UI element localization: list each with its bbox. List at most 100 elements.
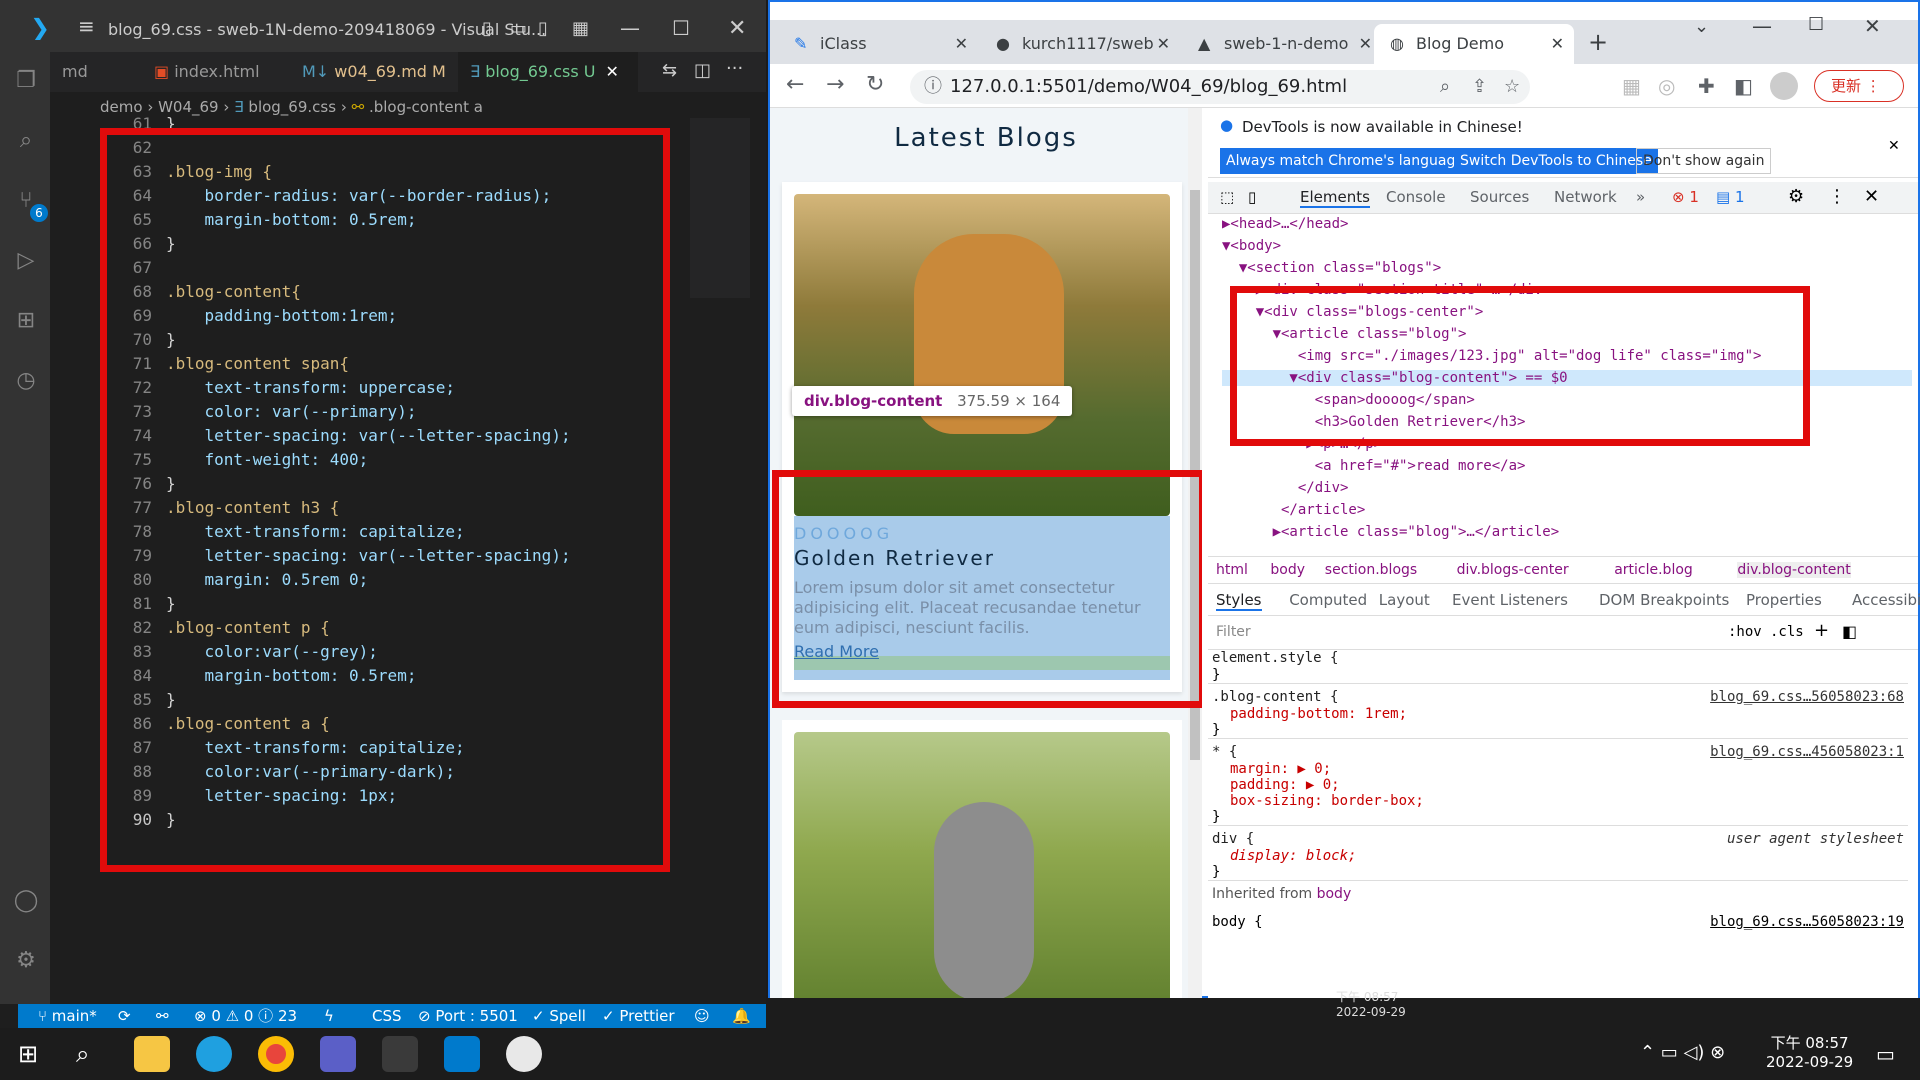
error-count[interactable]: ⊗ 1	[1672, 188, 1699, 206]
cls-toggle[interactable]: .cls	[1770, 624, 1804, 640]
bookmark-star-icon[interactable]: ☆	[1504, 70, 1520, 104]
layout-toggle-icon[interactable]: ▯	[482, 18, 492, 39]
styles-subtab[interactable]: Properties	[1746, 591, 1822, 609]
switch-chinese-button[interactable]: Switch DevTools to Chinese	[1454, 148, 1658, 174]
timeline-icon[interactable]: ◷	[13, 368, 39, 394]
banner-close-icon[interactable]: ✕	[1888, 138, 1900, 154]
dom-node[interactable]: <a href="#">read more</a>	[1222, 458, 1526, 474]
maximize-button[interactable]: ☐	[672, 16, 690, 40]
menu-icon[interactable]: ≡	[78, 14, 95, 38]
system-clock[interactable]: 下午 08:57 2022-09-29	[1766, 1032, 1853, 1071]
match-language-button[interactable]: Always match Chrome's language	[1220, 148, 1470, 174]
maximize-button[interactable]: ☐	[1808, 14, 1824, 35]
styles-filter-input[interactable]: Filter	[1216, 624, 1251, 640]
rule-source-link[interactable]: blog_69.css…56058023:19	[1710, 914, 1904, 930]
search-icon[interactable]: ⌕	[13, 128, 39, 154]
prettier-status[interactable]: ✓ Prettier	[602, 1004, 675, 1028]
panel-toggle-icon[interactable]: ▭	[510, 18, 527, 39]
tab-w04-md[interactable]: M↓ w04_69.md M	[290, 52, 450, 92]
app-icon[interactable]	[506, 1036, 542, 1072]
dom-node[interactable]: ▶<head>…</head>	[1222, 216, 1348, 232]
file-explorer-icon[interactable]	[134, 1036, 170, 1072]
tab-network[interactable]: Network	[1554, 188, 1617, 206]
styles-subtab[interactable]: DOM Breakpoints	[1599, 591, 1729, 609]
styles-subtab[interactable]: Layout	[1379, 591, 1430, 609]
notification-center-icon[interactable]: ▭	[1876, 1042, 1895, 1066]
spell-check[interactable]: ✓ Spell	[532, 1004, 586, 1028]
close-button[interactable]: ✕	[728, 16, 746, 41]
dom-breadcrumb-item[interactable]: div.blogs-center	[1457, 562, 1569, 578]
vscode-taskbar-icon[interactable]	[444, 1036, 480, 1072]
styles-subtab[interactable]: Computed	[1289, 591, 1367, 609]
rule-selector[interactable]: div {	[1212, 831, 1254, 847]
profile-avatar[interactable]	[1770, 72, 1798, 100]
more-tabs-icon[interactable]: »	[1636, 188, 1645, 206]
rule-selector[interactable]: .blog-content {	[1212, 689, 1338, 705]
rule-property[interactable]: display: block;	[1230, 848, 1356, 864]
extension-icon[interactable]: ▦	[1622, 74, 1641, 98]
language-mode[interactable]: CSS	[372, 1004, 402, 1028]
new-rule-icon[interactable]: +	[1814, 620, 1829, 641]
extensions-puzzle-icon[interactable]: ✚	[1698, 74, 1715, 98]
dom-breadcrumb-item[interactable]: html	[1216, 562, 1248, 578]
extensions-icon[interactable]: ⊞	[13, 308, 39, 334]
problems-indicator[interactable]: ⊗ 0 ⚠ 0 ⓘ 23	[194, 1004, 297, 1028]
tab-elements[interactable]: Elements	[1300, 188, 1370, 208]
breadcrumb-item[interactable]: blog_69.css	[248, 98, 336, 116]
computed-sidebar-icon[interactable]: ◧	[1842, 622, 1857, 641]
rule-property[interactable]: padding: ▶ 0;	[1230, 777, 1340, 793]
share-icon[interactable]: ⇪	[1472, 70, 1487, 104]
chrome-tab-iclass[interactable]: ✎ iClass ✕	[778, 24, 978, 64]
inspect-element-icon[interactable]: ⬚	[1220, 188, 1234, 206]
compare-changes-icon[interactable]: ⇆	[662, 60, 677, 81]
tab-close-icon[interactable]: ✕	[1157, 24, 1170, 64]
rule-property[interactable]: margin: ▶ 0;	[1230, 761, 1331, 777]
info-icon[interactable]: ⓘ	[924, 70, 942, 104]
dom-breadcrumb-item[interactable]: div.blog-content	[1737, 562, 1851, 578]
breadcrumb-item[interactable]: .blog-content a	[369, 98, 483, 116]
tab-close-icon[interactable]: ✕	[1359, 24, 1372, 64]
feedback-icon[interactable]: ☺	[694, 1004, 710, 1028]
styles-subtab[interactable]: Accessibility	[1852, 591, 1920, 609]
rule-property[interactable]: padding-bottom: 1rem;	[1230, 706, 1407, 722]
back-button[interactable]: ←	[786, 72, 804, 97]
run-debug-icon[interactable]: ▷	[13, 248, 39, 274]
extension-icon-2[interactable]: ◎	[1658, 74, 1675, 98]
edge-icon[interactable]	[196, 1036, 232, 1072]
more-options-icon[interactable]: ⋮	[1828, 186, 1846, 207]
new-tab-button[interactable]: +	[1588, 28, 1608, 56]
git-app-icon[interactable]	[382, 1036, 418, 1072]
dom-breadcrumb-item[interactable]: section.blogs	[1325, 562, 1417, 578]
update-button[interactable]: 更新 ⋮	[1814, 70, 1904, 102]
explorer-icon[interactable]: ❐	[13, 68, 39, 94]
account-icon[interactable]: ◯	[13, 888, 39, 914]
tab-md[interactable]: md	[50, 52, 118, 92]
hov-toggle[interactable]: :hov	[1728, 624, 1762, 640]
secondary-sidebar-icon[interactable]: ▯	[538, 18, 548, 39]
dom-node[interactable]: </article>	[1222, 502, 1365, 518]
device-toolbar-icon[interactable]: ▯	[1248, 188, 1256, 206]
branch-indicator[interactable]: ⑂ main*	[38, 1004, 97, 1028]
styles-subtab[interactable]: Styles	[1216, 591, 1262, 611]
address-bar[interactable]: ⓘ 127.0.0.1:5501/demo/W04_69/blog_69.htm…	[910, 70, 1530, 104]
tab-sources[interactable]: Sources	[1470, 188, 1529, 206]
chrome-tab-blog-demo[interactable]: ◍ Blog Demo ✕	[1374, 24, 1574, 64]
minimap[interactable]	[690, 118, 750, 298]
minimize-button[interactable]: —	[1752, 14, 1772, 38]
dom-node[interactable]: ▼<body>	[1222, 238, 1281, 254]
message-count[interactable]: ▤ 1	[1716, 188, 1745, 206]
tab-search-icon[interactable]: ⌄	[1694, 16, 1709, 37]
windows-start-icon[interactable]: ⊞	[18, 1040, 38, 1068]
settings-gear-icon[interactable]: ⚙	[13, 948, 39, 974]
dont-show-button[interactable]: Don't show again	[1636, 148, 1772, 174]
dom-node[interactable]: </div>	[1222, 480, 1349, 496]
styles-subtab[interactable]: Event Listeners	[1452, 591, 1568, 609]
rule-source-link[interactable]: blog_69.css…56058023:68	[1710, 689, 1904, 705]
chrome-tab-github[interactable]: ● kurch1117/sweb ✕	[980, 24, 1180, 64]
tray-icons[interactable]: ⌃ ▭ ◁) ⊗	[1640, 1042, 1725, 1063]
settings-gear-icon[interactable]: ⚙	[1788, 186, 1804, 207]
tab-console[interactable]: Console	[1386, 188, 1446, 206]
inherited-element[interactable]: body	[1317, 886, 1352, 902]
tab-index-html[interactable]: ▣ index.html	[142, 52, 282, 92]
git-graph-icon[interactable]: ⚯	[156, 1004, 169, 1028]
